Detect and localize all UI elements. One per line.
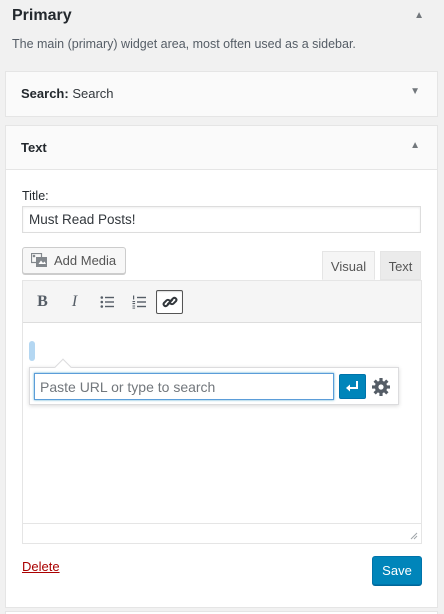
- editor-toolbar: B I: [23, 281, 421, 323]
- resize-handle-icon[interactable]: [409, 531, 418, 540]
- search-widget: Search: Search ▼: [5, 71, 438, 117]
- title-field-label: Title:: [22, 189, 49, 203]
- link-icon: [162, 296, 177, 308]
- insert-link-button[interactable]: [156, 290, 183, 314]
- text-widget-title: Text: [21, 140, 47, 155]
- text-widget: Text ▲ Title: Add Media Visual Text B I: [5, 125, 438, 608]
- text-cursor-highlight: [29, 341, 35, 361]
- bold-button[interactable]: B: [29, 290, 56, 314]
- widget-area-header[interactable]: Primary ▲ The main (primary) widget area…: [0, 0, 444, 62]
- link-apply-button[interactable]: [339, 374, 366, 399]
- add-media-button[interactable]: Add Media: [22, 247, 126, 274]
- delete-link[interactable]: Delete: [22, 559, 60, 574]
- add-media-label: Add Media: [54, 253, 117, 268]
- link-popup: [29, 358, 399, 405]
- visual-editor[interactable]: B I: [22, 280, 422, 544]
- widget-area-description: The main (primary) widget area, most oft…: [12, 37, 356, 51]
- tab-text[interactable]: Text: [380, 251, 421, 280]
- widget-instance-title: Search: [72, 86, 114, 101]
- search-widget-title: Search: Search: [21, 86, 114, 101]
- title-input[interactable]: [22, 206, 421, 233]
- bulleted-list-button[interactable]: [93, 290, 120, 314]
- italic-button[interactable]: I: [61, 290, 88, 314]
- bulleted-list-icon: [100, 296, 114, 308]
- text-widget-header[interactable]: Text ▲: [6, 126, 437, 170]
- search-widget-header[interactable]: Search: Search ▼: [6, 72, 437, 116]
- link-url-input[interactable]: [34, 373, 334, 400]
- editor-status-bar: [23, 523, 421, 543]
- media-icon: [31, 253, 47, 267]
- gear-icon: [372, 378, 390, 396]
- numbered-list-icon: [132, 295, 146, 309]
- widget-type-label: Search: [21, 86, 65, 101]
- numbered-list-button[interactable]: [125, 290, 152, 314]
- enter-arrow-icon: [346, 381, 358, 392]
- triangle-down-icon[interactable]: ▼: [410, 86, 420, 97]
- tab-visual[interactable]: Visual: [322, 251, 375, 280]
- triangle-up-icon[interactable]: ▲: [410, 140, 420, 151]
- save-button[interactable]: Save: [372, 556, 422, 585]
- triangle-up-icon[interactable]: ▲: [414, 10, 424, 21]
- link-settings-button[interactable]: [370, 376, 392, 398]
- widget-area-title: Primary: [12, 7, 72, 24]
